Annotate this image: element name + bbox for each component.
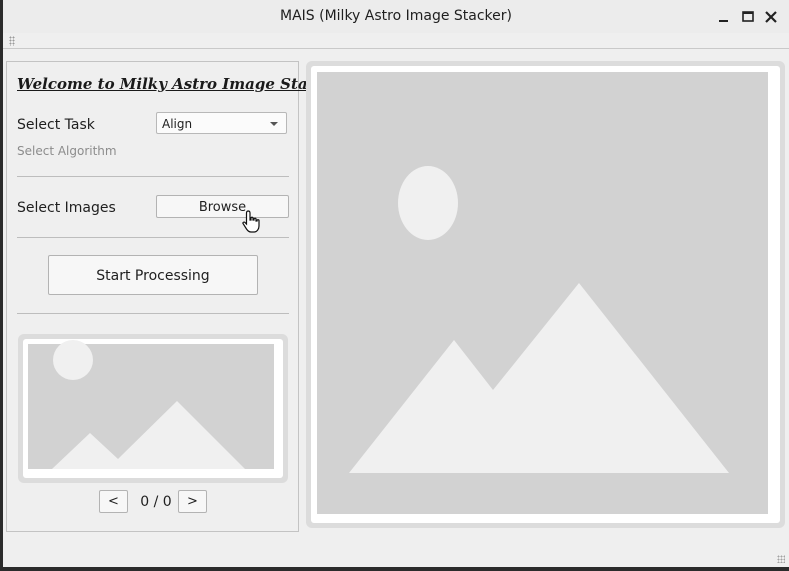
image-placeholder-icon xyxy=(28,340,274,469)
close-icon[interactable] xyxy=(763,9,779,25)
select-algorithm-label: Select Algorithm xyxy=(17,144,117,158)
prev-image-button[interactable]: < xyxy=(99,490,128,513)
next-image-button[interactable]: > xyxy=(178,490,207,513)
chevron-down-icon xyxy=(270,122,278,126)
resize-grip-icon[interactable] xyxy=(777,555,785,563)
image-placeholder-icon xyxy=(317,72,768,514)
control-panel: Welcome to Milky Astro Image Stacker Sel… xyxy=(6,61,345,532)
task-select[interactable]: Align xyxy=(156,112,287,134)
select-images-label: Select Images xyxy=(17,200,116,216)
toolbar-grip-icon[interactable] xyxy=(9,36,15,46)
task-select-value: Align xyxy=(162,117,193,131)
image-preview-frame xyxy=(306,61,785,528)
hand-pointer-icon xyxy=(240,209,266,239)
divider xyxy=(17,313,289,314)
select-task-label: Select Task xyxy=(17,117,95,133)
main-window: MAIS (Milky Astro Image Stacker) Welcome… xyxy=(3,0,789,567)
image-counter: 0 / 0 xyxy=(140,494,172,510)
divider xyxy=(17,176,289,177)
maximize-icon[interactable] xyxy=(740,9,756,25)
start-processing-button[interactable]: Start Processing xyxy=(48,255,258,295)
title-bar[interactable]: MAIS (Milky Astro Image Stacker) xyxy=(3,0,789,33)
browse-button[interactable]: Browse xyxy=(156,195,289,218)
status-bar xyxy=(3,532,789,567)
thumbnail-frame xyxy=(18,334,288,483)
toolbar xyxy=(3,33,789,49)
minimize-icon[interactable] xyxy=(716,9,732,25)
welcome-heading: Welcome to Milky Astro Image Stacker xyxy=(17,75,345,93)
window-title: MAIS (Milky Astro Image Stacker) xyxy=(280,8,512,24)
